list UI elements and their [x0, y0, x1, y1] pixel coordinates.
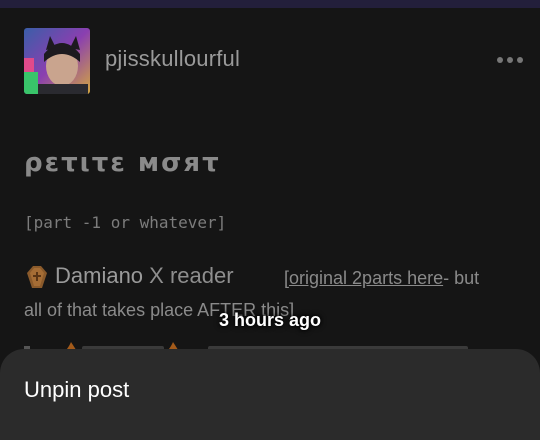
dot	[507, 57, 513, 63]
dot	[497, 57, 503, 63]
top-accent-strip	[0, 0, 540, 8]
source-note: [original 2parts here- but	[284, 268, 479, 289]
original-parts-link[interactable]: original 2parts here	[289, 268, 443, 288]
post-title: ρετιτε мσяτ	[24, 148, 221, 178]
heading-name: Damiano	[55, 263, 144, 288]
coffin-icon	[24, 264, 50, 290]
unpin-post-button[interactable]: Unpin post	[24, 377, 129, 403]
more-options-icon[interactable]	[497, 55, 525, 65]
timestamp-toast: 3 hours ago	[218, 310, 321, 330]
heading-rest: X reader	[143, 263, 234, 288]
dot	[517, 57, 523, 63]
avatar[interactable]	[24, 28, 90, 94]
bottom-sheet: Unpin post	[0, 349, 540, 440]
avatar-image	[24, 28, 90, 94]
bracket-tail: - but	[443, 268, 480, 288]
part-line: [part -1 or whatever]	[24, 213, 227, 232]
post-username[interactable]: pjisskullourful	[105, 46, 240, 72]
post-heading: Damiano X reader	[55, 263, 234, 289]
screen: pjisskullourful ρετιτε мσяτ [part -1 or …	[0, 0, 540, 440]
